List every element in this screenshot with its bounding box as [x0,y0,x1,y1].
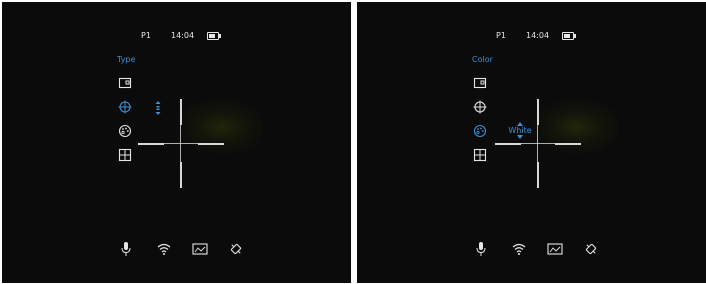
menu-title: Type [117,55,136,64]
status-bar: P1 14:04 [357,31,706,45]
profile-label: P1 [141,31,151,40]
profile-label: P1 [496,31,506,40]
reticle-bottom [537,162,539,188]
thermal-target [527,97,617,157]
grid-icon[interactable] [473,148,487,162]
status-bar: P1 14:04 [2,31,351,45]
clock: 14:04 [171,31,195,40]
reticle-top [180,99,182,125]
wifi-icon[interactable] [156,241,172,257]
viewfinder-panel-color: P1 14:04 Color White [357,2,706,283]
reticle-right [555,143,581,145]
battery-icon [562,32,576,40]
reticle-left [138,143,164,145]
pin-icon[interactable] [583,241,599,257]
reticle-center-horizontal [521,143,555,144]
crosshair-icon[interactable] [118,100,132,114]
clock: 14:04 [526,31,550,40]
microphone-icon[interactable] [473,241,489,257]
reticle-right [198,143,224,145]
pin-icon[interactable] [228,241,244,257]
thermal-target [172,97,262,157]
crosshair-icon[interactable] [473,100,487,114]
reticle-center-horizontal [164,143,198,144]
viewfinder-panel-type: P1 14:04 Type [2,2,351,283]
palette-icon[interactable] [473,124,487,138]
color-value: White [508,126,532,135]
color-selector[interactable]: White [505,122,535,139]
menu-title: Color [472,55,493,64]
rangefinder-icon[interactable] [192,241,208,257]
palette-icon[interactable] [118,124,132,138]
bottom-toolbar [2,241,351,261]
grid-icon[interactable] [118,148,132,162]
reticle-bottom [180,162,182,188]
microphone-icon[interactable] [118,241,134,257]
bottom-toolbar [357,241,706,261]
battery-icon [207,32,221,40]
aspect-ratio-icon[interactable] [118,76,132,90]
rangefinder-icon[interactable] [547,241,563,257]
reticle-left [495,143,521,145]
type-selector-arrows[interactable] [154,100,162,118]
arrow-down-icon[interactable] [517,135,523,139]
reticle-top [537,99,539,125]
aspect-ratio-icon[interactable] [473,76,487,90]
wifi-icon[interactable] [511,241,527,257]
